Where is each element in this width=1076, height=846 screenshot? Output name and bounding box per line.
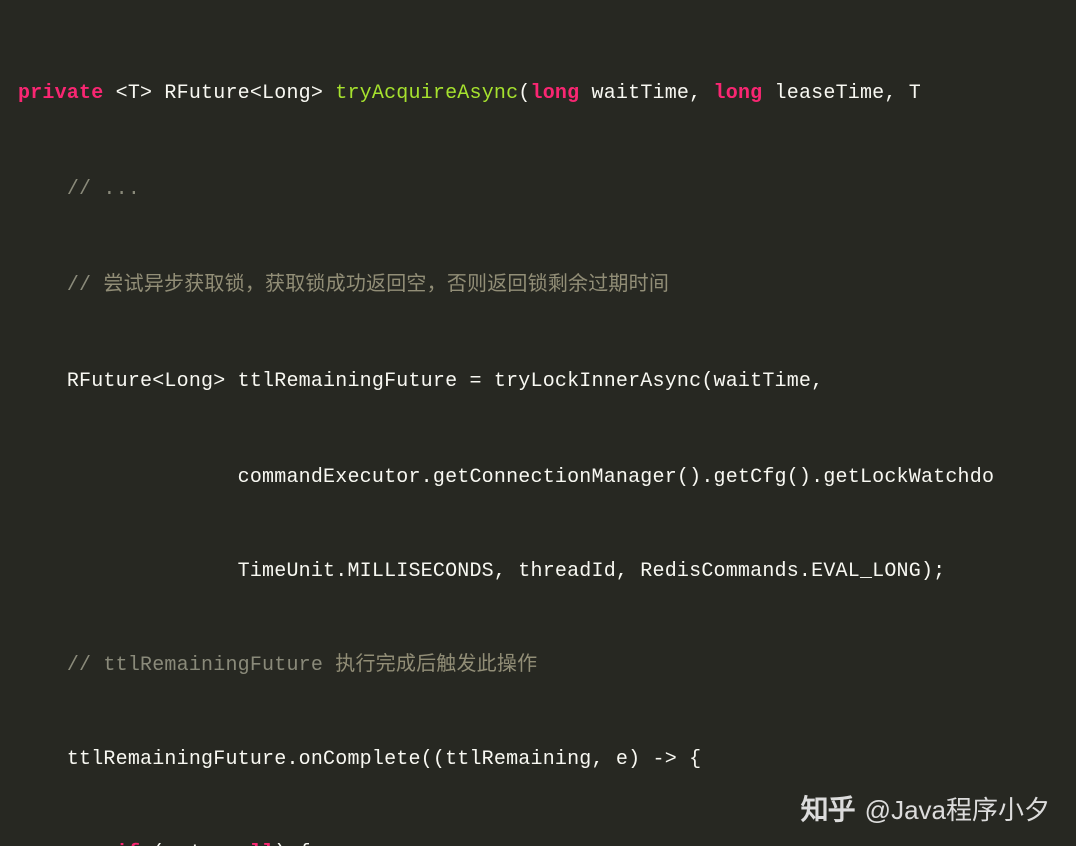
function-name: tryAcquireAsync [335,82,518,105]
code-line: RFuture<Long> ttlRemainingFuture = tryLo… [18,358,1058,406]
code-line: // 尝试异步获取锁，获取锁成功返回空，否则返回锁剩余过期时间 [18,262,1058,310]
keyword-private: private [18,82,103,105]
comment: // ... [67,178,140,201]
keyword-null: null [225,842,274,846]
keyword-if: if [116,842,140,846]
code-editor[interactable]: private <T> RFuture<Long> tryAcquireAsyn… [0,0,1076,846]
code-line: if (e != null) { [18,830,1058,846]
comment: // ttlRemainingFuture 执行完成后触发此操作 [67,654,537,677]
code-line: private <T> RFuture<Long> tryAcquireAsyn… [18,70,1058,118]
code-line: // ... [18,166,1058,214]
code-line: commandExecutor.getConnectionManager().g… [18,454,1058,500]
code-line: ttlRemainingFuture.onComplete((ttlRemain… [18,736,1058,782]
code-line: TimeUnit.MILLISECONDS, threadId, RedisCo… [18,548,1058,594]
watermark-user: @Java程序小夕 [865,790,1050,827]
code-line: // ttlRemainingFuture 执行完成后触发此操作 [18,642,1058,688]
comment: // 尝试异步获取锁，获取锁成功返回空，否则返回锁剩余过期时间 [67,274,669,297]
watermark: 知乎 @Java程序小夕 [801,788,1050,828]
zhihu-logo-icon: 知乎 [801,788,855,828]
keyword-long: long [714,82,763,105]
keyword-long: long [531,82,580,105]
